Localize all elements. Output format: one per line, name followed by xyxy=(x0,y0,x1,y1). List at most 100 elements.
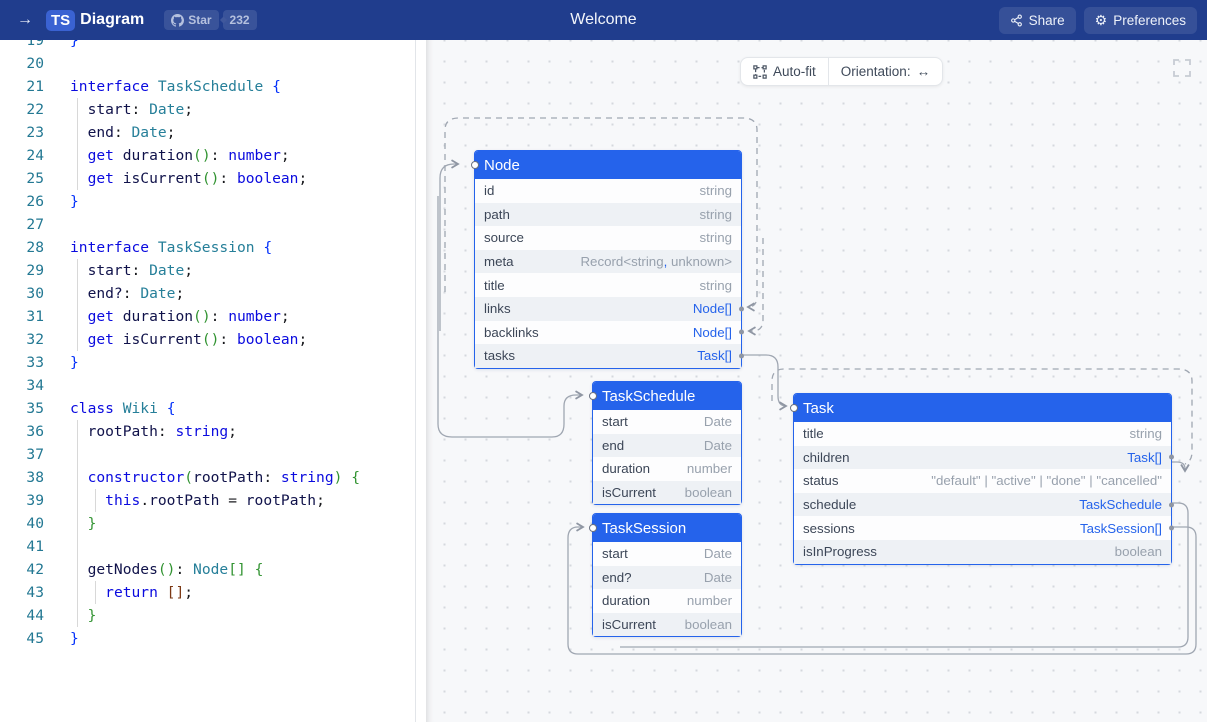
entity-node-row-source[interactable]: sourcestring xyxy=(475,226,741,250)
code-line-37[interactable]: 37 xyxy=(0,443,415,466)
property-type[interactable]: Task[] xyxy=(697,348,732,363)
entity-taskschedule-row-end[interactable]: endDate xyxy=(593,434,741,458)
github-icon xyxy=(171,14,184,27)
autofit-button[interactable]: Auto-fit xyxy=(741,58,828,85)
entity-taskschedule-row-isCurrent[interactable]: isCurrentboolean xyxy=(593,481,741,505)
code-line-25[interactable]: 25 get isCurrent(): boolean; xyxy=(0,167,415,190)
diagram-canvas[interactable] xyxy=(426,40,1207,722)
entity-taskschedule-row-duration[interactable]: durationnumber xyxy=(593,457,741,481)
code-line-36[interactable]: 36 rootPath: string; xyxy=(0,420,415,443)
source-handle[interactable] xyxy=(1169,455,1174,460)
entity-taskschedule-target-handle[interactable] xyxy=(589,392,597,400)
property-type: number xyxy=(687,593,732,608)
entity-taskschedule[interactable]: TaskSchedulestartDateendDatedurationnumb… xyxy=(592,381,742,505)
code-line-27[interactable]: 27 xyxy=(0,213,415,236)
property-type[interactable]: TaskSchedule xyxy=(1079,497,1162,512)
code-editor[interactable]: 19}2021interface TaskSchedule {22 start:… xyxy=(0,40,415,722)
entity-task-target-handle[interactable] xyxy=(790,404,798,412)
entity-tasksession-target-handle[interactable] xyxy=(589,524,597,532)
code-line-30[interactable]: 30 end?: Date; xyxy=(0,282,415,305)
line-number: 19 xyxy=(0,40,44,52)
code-line-22[interactable]: 22 start: Date; xyxy=(0,98,415,121)
property-type[interactable]: Node[] xyxy=(693,301,732,316)
property-type[interactable]: Task[] xyxy=(1127,450,1162,465)
entity-node-header[interactable]: Node xyxy=(475,151,741,179)
preferences-button[interactable]: ⚙ Preferences xyxy=(1084,7,1197,34)
code-line-29[interactable]: 29 start: Date; xyxy=(0,259,415,282)
property-type[interactable]: TaskSession[] xyxy=(1080,521,1162,536)
fullscreen-icon[interactable] xyxy=(1173,59,1191,77)
code-line-45[interactable]: 45} xyxy=(0,627,415,650)
entity-task[interactable]: Tasktitlestring children Task[] status"defa… xyxy=(793,393,1172,565)
property-name: children xyxy=(803,450,850,465)
entity-node-row-tasks[interactable]: tasksTask[] xyxy=(475,344,741,368)
code-text: get isCurrent(): boolean; xyxy=(70,167,307,190)
source-handle[interactable] xyxy=(1169,526,1174,531)
entity-tasksession[interactable]: TaskSessionstartDateend?Datedurationnumb… xyxy=(592,513,742,637)
code-text: this.rootPath = rootPath; xyxy=(70,489,325,512)
source-handle[interactable] xyxy=(1169,502,1174,507)
code-line-33[interactable]: 33} xyxy=(0,351,415,374)
code-text: get isCurrent(): boolean; xyxy=(70,328,307,351)
code-line-26[interactable]: 26} xyxy=(0,190,415,213)
code-line-19[interactable]: 19} xyxy=(0,40,415,52)
entity-task-row-title[interactable]: titlestring xyxy=(794,422,1171,446)
entity-node-row-title[interactable]: titlestring xyxy=(475,273,741,297)
property-type: boolean xyxy=(685,485,732,500)
entity-taskschedule-row-start[interactable]: startDate xyxy=(593,410,741,434)
github-star-badge[interactable]: Star 232 xyxy=(164,10,256,30)
entity-task-row-children[interactable]: children Task[] xyxy=(794,446,1171,470)
line-number: 35 xyxy=(0,397,44,420)
entity-node-target-handle[interactable] xyxy=(471,161,479,169)
entity-tasksession-row-isCurrent[interactable]: isCurrentboolean xyxy=(593,613,741,637)
entity-task-row-schedule[interactable]: scheduleTaskSchedule xyxy=(794,493,1171,517)
orientation-button[interactable]: Orientation: ↔ xyxy=(829,58,942,85)
entity-node-row-meta[interactable]: metaRecord<string, unknown> xyxy=(475,250,741,274)
line-number: 36 xyxy=(0,420,44,443)
source-handle[interactable] xyxy=(739,330,744,335)
entity-node-row-path[interactable]: pathstring xyxy=(475,203,741,227)
source-handle[interactable] xyxy=(739,353,744,358)
line-number: 23 xyxy=(0,121,44,144)
panel-resizer[interactable] xyxy=(415,40,416,722)
code-line-43[interactable]: 43 return []; xyxy=(0,581,415,604)
code-line-32[interactable]: 32 get isCurrent(): boolean; xyxy=(0,328,415,351)
entity-tasksession-header[interactable]: TaskSession xyxy=(593,514,741,542)
property-name: start xyxy=(602,546,628,561)
entity-taskschedule-header[interactable]: TaskSchedule xyxy=(593,382,741,410)
property-name: end xyxy=(602,438,624,453)
code-line-34[interactable]: 34 xyxy=(0,374,415,397)
property-name: title xyxy=(803,426,824,441)
entity-node-row-links[interactable]: linksNode[] xyxy=(475,297,741,321)
entity-task-row-status[interactable]: status"default" | "active" | "done" | "c… xyxy=(794,469,1171,493)
source-handle[interactable] xyxy=(739,306,744,311)
code-line-38[interactable]: 38 constructor(rootPath: string) { xyxy=(0,466,415,489)
code-line-24[interactable]: 24 get duration(): number; xyxy=(0,144,415,167)
code-line-42[interactable]: 42 getNodes(): Node[] { xyxy=(0,558,415,581)
entity-node-row-backlinks[interactable]: backlinksNode[] xyxy=(475,321,741,345)
code-line-35[interactable]: 35class Wiki { xyxy=(0,397,415,420)
entity-tasksession-row-duration[interactable]: durationnumber xyxy=(593,589,741,613)
code-line-44[interactable]: 44 } xyxy=(0,604,415,627)
share-button[interactable]: Share xyxy=(999,7,1076,34)
code-line-40[interactable]: 40 } xyxy=(0,512,415,535)
back-arrow-icon[interactable]: → xyxy=(14,11,36,29)
code-line-28[interactable]: 28interface TaskSession { xyxy=(0,236,415,259)
code-line-23[interactable]: 23 end: Date; xyxy=(0,121,415,144)
code-text: get duration(): number; xyxy=(70,144,290,167)
code-line-31[interactable]: 31 get duration(): number; xyxy=(0,305,415,328)
property-type[interactable]: Node[] xyxy=(693,325,732,340)
line-number: 37 xyxy=(0,443,44,466)
entity-tasksession-row-end[interactable]: end?Date xyxy=(593,566,741,590)
code-line-21[interactable]: 21interface TaskSchedule { xyxy=(0,75,415,98)
entity-task-header[interactable]: Task xyxy=(794,394,1171,422)
code-line-41[interactable]: 41 xyxy=(0,535,415,558)
line-number: 24 xyxy=(0,144,44,167)
entity-node-row-id[interactable]: idstring xyxy=(475,179,741,203)
code-line-39[interactable]: 39 this.rootPath = rootPath; xyxy=(0,489,415,512)
entity-task-row-sessions[interactable]: sessionsTaskSession[] xyxy=(794,516,1171,540)
code-line-20[interactable]: 20 xyxy=(0,52,415,75)
entity-node[interactable]: NodeidstringpathstringsourcestringmetaRe… xyxy=(474,150,742,369)
entity-task-row-isInProgress[interactable]: isInProgressboolean xyxy=(794,540,1171,564)
entity-tasksession-row-start[interactable]: startDate xyxy=(593,542,741,566)
